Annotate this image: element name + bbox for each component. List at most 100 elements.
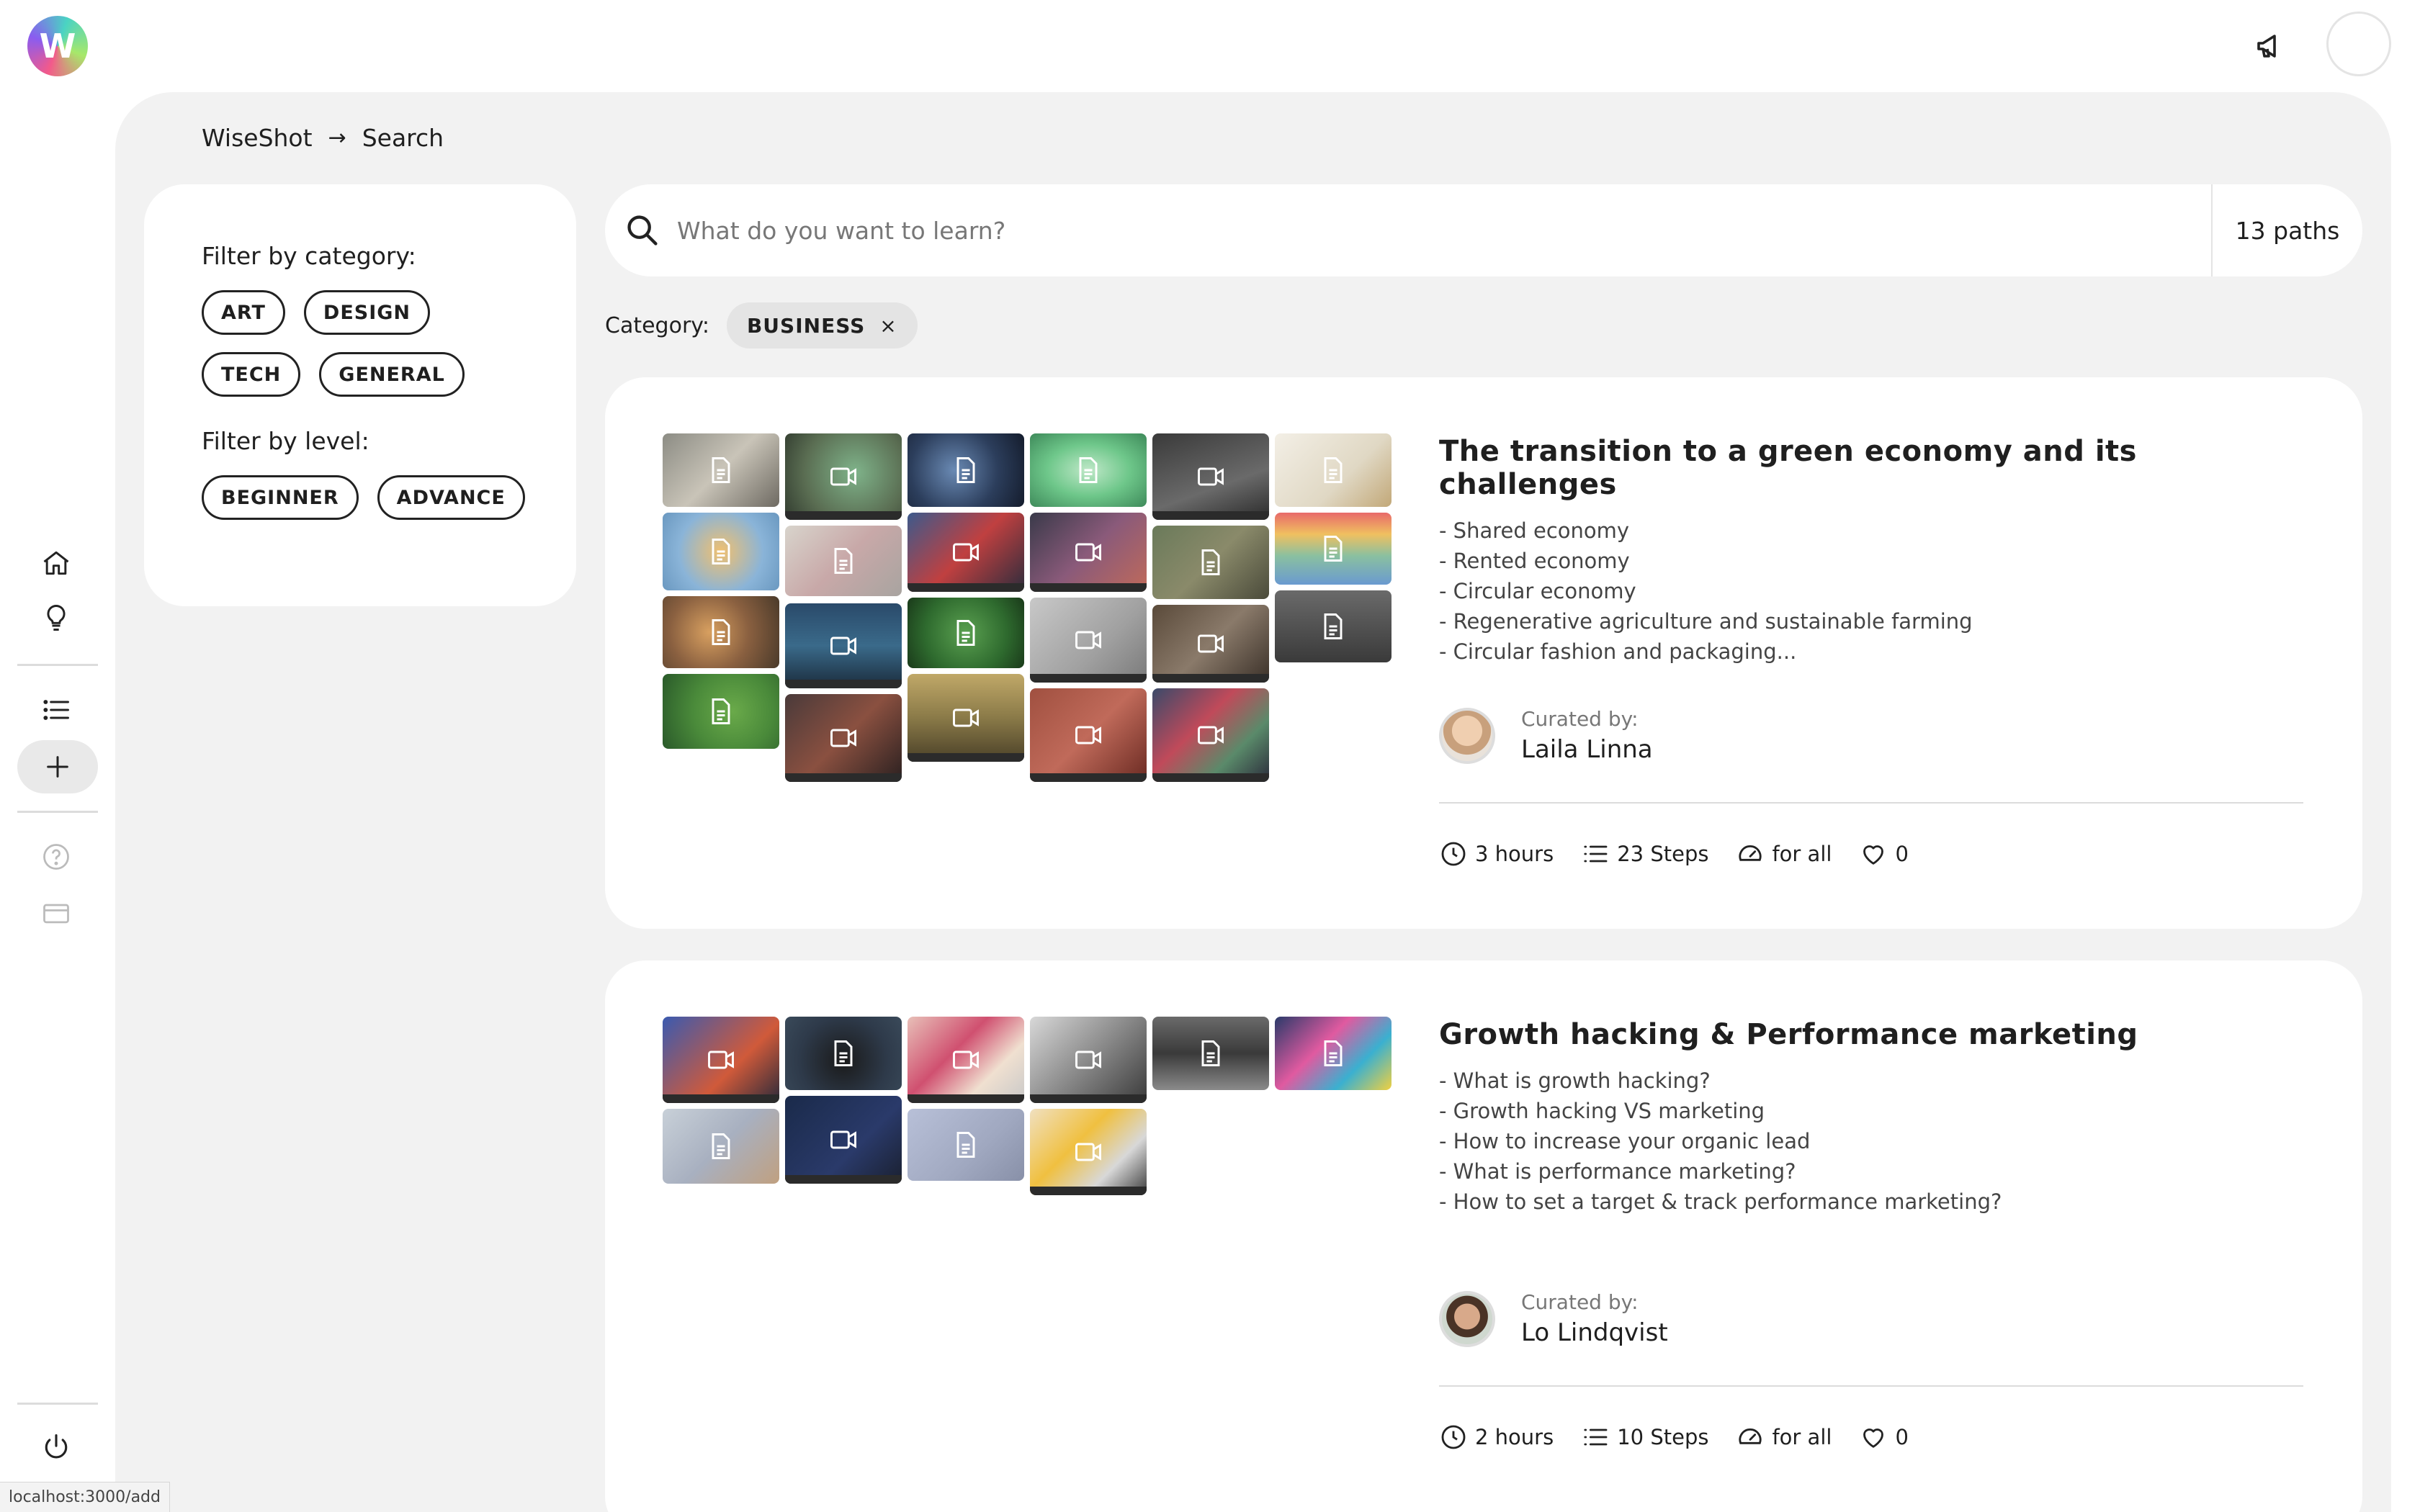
clock-icon <box>1441 842 1466 866</box>
thumbnail-tile <box>908 513 1024 592</box>
thumbnail-tile <box>663 433 779 507</box>
steps-value: 23 Steps <box>1617 842 1709 866</box>
thumbnail-tile <box>1030 1109 1147 1195</box>
thumbnail-tile <box>1275 1017 1392 1090</box>
document-icon <box>1079 457 1098 483</box>
document-icon <box>1324 536 1343 562</box>
thumbnail-tile <box>1030 598 1147 683</box>
category-chip-general[interactable]: GENERAL <box>319 352 465 397</box>
curated-by-label: Curated by: <box>1521 707 1639 731</box>
breadcrumb-root[interactable]: WiseShot <box>202 124 313 152</box>
search-bar: 13 paths <box>605 184 2362 276</box>
add-path-button[interactable] <box>17 740 98 793</box>
topic-item: - How to increase your organic lead <box>1439 1129 1811 1153</box>
document-icon <box>1201 1040 1220 1066</box>
topic-item: - Growth hacking VS marketing <box>1439 1099 1765 1123</box>
topic-item: - Shared economy <box>1439 518 1630 543</box>
duration: 2 hours <box>1439 1423 1554 1452</box>
curator: Curated by: Laila Linna <box>1439 707 1653 764</box>
topic-item: - What is growth hacking? <box>1439 1068 1711 1093</box>
learning-path-card[interactable]: Growth hacking & Performance marketing -… <box>605 960 2362 1512</box>
likes[interactable]: 0 <box>1859 840 1909 868</box>
topic-list: - Shared economy - Rented economy - Circ… <box>1439 516 2303 667</box>
document-icon <box>834 1040 853 1066</box>
path-info: Growth hacking & Performance marketing -… <box>1439 1018 2303 1217</box>
thumbnail-tile <box>785 526 902 596</box>
duration-value: 2 hours <box>1475 1425 1554 1449</box>
document-icon <box>1324 613 1343 639</box>
thumbnail-tile <box>663 513 779 590</box>
topic-item: - Circular fashion and packaging... <box>1439 639 1797 664</box>
level-filter-title: Filter by level: <box>202 427 369 455</box>
gauge-icon <box>1739 1428 1762 1444</box>
home-icon[interactable] <box>39 546 73 580</box>
search-icon <box>627 215 658 246</box>
document-icon <box>956 620 975 646</box>
video-icon <box>1075 726 1101 744</box>
thumbnail-tile <box>1275 433 1392 507</box>
wiseshot-logo[interactable]: W <box>27 16 88 76</box>
category-chip-design[interactable]: DESIGN <box>303 290 431 335</box>
steps-value: 10 Steps <box>1617 1425 1709 1449</box>
rail-divider <box>17 664 98 666</box>
document-icon <box>712 1133 730 1159</box>
video-icon <box>1075 1143 1101 1161</box>
profile-avatar[interactable] <box>2326 12 2391 76</box>
thumbnail-tile <box>1152 1017 1269 1090</box>
document-icon <box>712 698 730 724</box>
lightbulb-icon[interactable] <box>39 600 73 635</box>
document-icon <box>712 457 730 483</box>
category-chip-tech[interactable]: TECH <box>202 352 301 397</box>
topic-item: - How to set a target & track performanc… <box>1439 1189 2002 1214</box>
level-value: for all <box>1772 842 1832 866</box>
video-icon <box>830 729 856 747</box>
duration: 3 hours <box>1439 840 1554 868</box>
path-title[interactable]: The transition to a green economy and it… <box>1439 435 2303 501</box>
search-input[interactable] <box>677 184 2211 276</box>
power-icon[interactable] <box>39 1430 73 1464</box>
curator-avatar <box>1439 707 1495 764</box>
path-title[interactable]: Growth hacking & Performance marketing <box>1439 1018 2303 1051</box>
video-icon <box>1075 543 1101 562</box>
rail-divider <box>17 811 98 813</box>
path-meta: 2 hours 10 Steps for all 0 <box>1439 1423 1909 1452</box>
likes[interactable]: 0 <box>1859 1423 1909 1452</box>
category-chip-art[interactable]: ART <box>202 290 285 335</box>
megaphone-icon[interactable] <box>2254 29 2289 63</box>
credit-card-icon[interactable] <box>39 896 73 930</box>
topic-item: - Regenerative agriculture and sustainab… <box>1439 609 1973 634</box>
arrow-right-icon: → <box>328 125 346 150</box>
card-divider <box>1439 802 2303 804</box>
heart-icon[interactable] <box>1859 1423 1888 1452</box>
help-icon[interactable] <box>39 840 73 874</box>
logo-letter: W <box>39 27 76 66</box>
list-icon[interactable] <box>39 693 73 727</box>
learning-path-card[interactable]: The transition to a green economy and it… <box>605 377 2362 929</box>
heart-icon[interactable] <box>1859 840 1888 868</box>
topic-item: - Rented economy <box>1439 549 1630 573</box>
document-icon <box>834 548 853 574</box>
remove-category-icon[interactable]: × <box>879 314 897 338</box>
steps: 10 Steps <box>1581 1423 1708 1452</box>
plus-icon <box>47 756 68 778</box>
curator-avatar <box>1439 1290 1495 1347</box>
thumbnail-tile <box>1152 433 1269 520</box>
video-icon <box>830 1130 856 1149</box>
level-chip-beginner[interactable]: BEGINNER <box>202 475 359 520</box>
level-value: for all <box>1772 1425 1832 1449</box>
likes-value: 0 <box>1895 842 1909 866</box>
document-icon <box>1324 1040 1343 1066</box>
level-chip-advance[interactable]: ADVANCE <box>377 475 525 520</box>
category-filter-title: Filter by category: <box>202 242 416 270</box>
thumbnail-tile <box>785 603 902 688</box>
filter-panel: Filter by category: ART DESIGN TECH GENE… <box>144 184 576 606</box>
card-divider <box>1439 1385 2303 1387</box>
thumbnail-tile <box>1030 513 1147 592</box>
thumbnail-tile <box>785 694 902 782</box>
list-icon <box>1584 1428 1608 1446</box>
thumbnail-tile <box>663 1017 779 1103</box>
active-category-chip: BUSINESS × <box>726 302 918 348</box>
active-filters: Category: BUSINESS × <box>605 302 918 348</box>
category-label: Category: <box>605 312 709 338</box>
path-info: The transition to a green economy and it… <box>1439 435 2303 667</box>
